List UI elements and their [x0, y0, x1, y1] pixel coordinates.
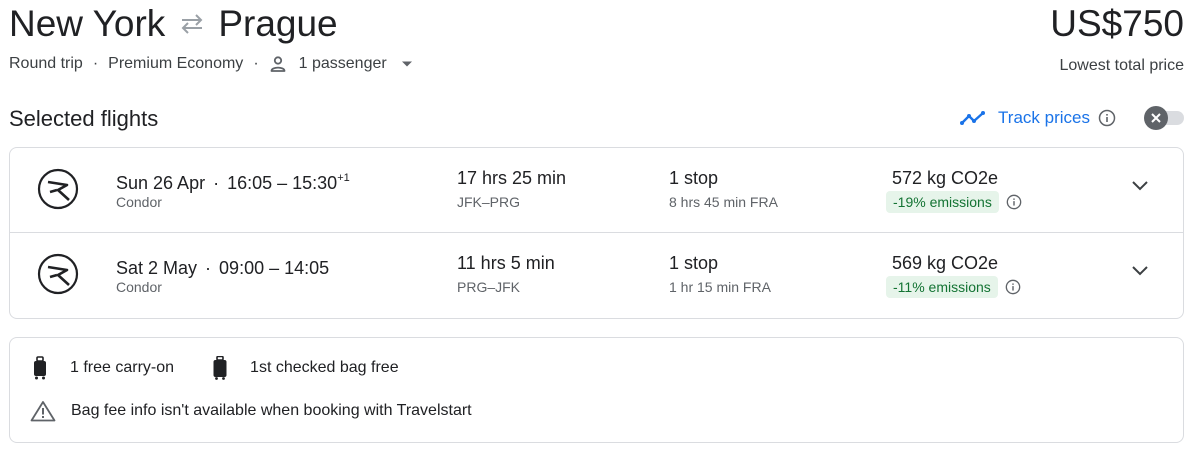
- chevron-down-icon[interactable]: [1131, 265, 1149, 277]
- selected-flights-title: Selected flights: [9, 106, 159, 131]
- emissions-badge: -19% emissions: [886, 191, 999, 213]
- swap-arrows-icon: [179, 13, 205, 35]
- origin-city: New York: [9, 3, 166, 44]
- date-separator: ·: [205, 258, 212, 278]
- co2-amount: 572 kg CO2e: [892, 168, 999, 188]
- checked-bag-icon: [213, 356, 227, 380]
- bag-fee-warning: Bag fee info isn't available when bookin…: [30, 400, 472, 422]
- flight-row-outbound[interactable]: Sun 26 Apr · 16:05 – 15:30+1 Condor 17 hrs…: [10, 148, 1183, 233]
- trip-meta: Round trip · Premium Economy · 1 passeng…: [9, 55, 425, 73]
- emissions-info: -11% emissions: [886, 276, 1021, 298]
- flight-airports: JFK–PRG: [457, 194, 521, 210]
- flight-duration: 11 hrs 5 min: [457, 253, 555, 273]
- emissions-badge: -11% emissions: [886, 276, 998, 298]
- trip-type: Round trip: [9, 55, 83, 72]
- carry-on-item: 1 free carry-on: [32, 356, 174, 380]
- condor-logo-icon: [37, 253, 79, 295]
- flight-date: Sun 26 Apr: [116, 173, 206, 193]
- co2-amount: 569 kg CO2e: [892, 253, 999, 273]
- chevron-down-icon[interactable]: [1131, 180, 1149, 192]
- selected-flights-list: Sun 26 Apr · 16:05 – 15:30+1 Condor 17 hrs…: [9, 147, 1184, 319]
- passenger-selector[interactable]: 1 passenger: [269, 55, 425, 73]
- caret-down-icon: [401, 60, 425, 68]
- flight-times: Sun 26 Apr · 16:05 – 15:30+1: [116, 167, 350, 194]
- baggage-allowance: 1 free carry-on 1st checked bag free: [32, 356, 437, 380]
- flight-airports: PRG–JFK: [457, 279, 521, 295]
- track-prices-toggle[interactable]: [1144, 106, 1184, 130]
- cabin-class: Premium Economy: [108, 55, 244, 72]
- checked-bag-item: 1st checked bag free: [212, 356, 399, 380]
- total-price: US$750: [1050, 3, 1184, 44]
- passenger-count: 1 passenger: [298, 55, 387, 72]
- day-offset: +1: [337, 172, 350, 184]
- trending-icon: [960, 111, 986, 125]
- date-separator: ·: [213, 173, 220, 193]
- emissions-info: -19% emissions: [886, 191, 1022, 213]
- flight-stops: 1 stop: [669, 253, 719, 273]
- warning-icon: [30, 401, 56, 422]
- destination-city: Prague: [218, 3, 338, 44]
- flight-date: Sat 2 May: [116, 258, 198, 278]
- flight-row-return[interactable]: Sat 2 May · 09:00 – 14:05 Condor 11 hrs 5 …: [10, 233, 1183, 318]
- baggage-info: 1 free carry-on 1st checked bag free Bag…: [9, 337, 1184, 443]
- carry-on-bag-icon: [34, 356, 46, 380]
- departure-arrival: 16:05 – 15:30: [227, 173, 338, 193]
- departure-arrival: 09:00 – 14:05: [219, 258, 330, 278]
- meta-separator: ·: [92, 55, 99, 72]
- flight-layover: 8 hrs 45 min FRA: [669, 194, 778, 210]
- info-icon[interactable]: [1006, 194, 1022, 210]
- carry-on-label: 1 free carry-on: [70, 359, 175, 376]
- route-title: New York Prague: [9, 2, 338, 46]
- flight-times: Sat 2 May · 09:00 – 14:05: [116, 252, 329, 279]
- bag-fee-warning-text: Bag fee info isn't available when bookin…: [71, 402, 472, 419]
- flight-stops: 1 stop: [669, 168, 719, 188]
- trip-header: New York Prague US$750 Round trip · Prem…: [9, 0, 1184, 100]
- flight-layover: 1 hr 15 min FRA: [669, 279, 771, 295]
- airline-name: Condor: [116, 279, 162, 295]
- price-caption: Lowest total price: [1059, 57, 1184, 74]
- track-prices-label: Track prices: [998, 108, 1090, 127]
- flight-duration: 17 hrs 25 min: [457, 168, 567, 188]
- checked-bag-label: 1st checked bag free: [250, 359, 399, 376]
- track-prices[interactable]: Track prices: [960, 108, 1116, 128]
- meta-separator: ·: [253, 55, 259, 72]
- airline-name: Condor: [116, 194, 162, 210]
- condor-logo-icon: [37, 168, 79, 210]
- info-icon[interactable]: [1098, 109, 1116, 127]
- person-icon: [270, 56, 286, 72]
- info-icon[interactable]: [1005, 279, 1021, 295]
- close-icon: [1144, 106, 1168, 130]
